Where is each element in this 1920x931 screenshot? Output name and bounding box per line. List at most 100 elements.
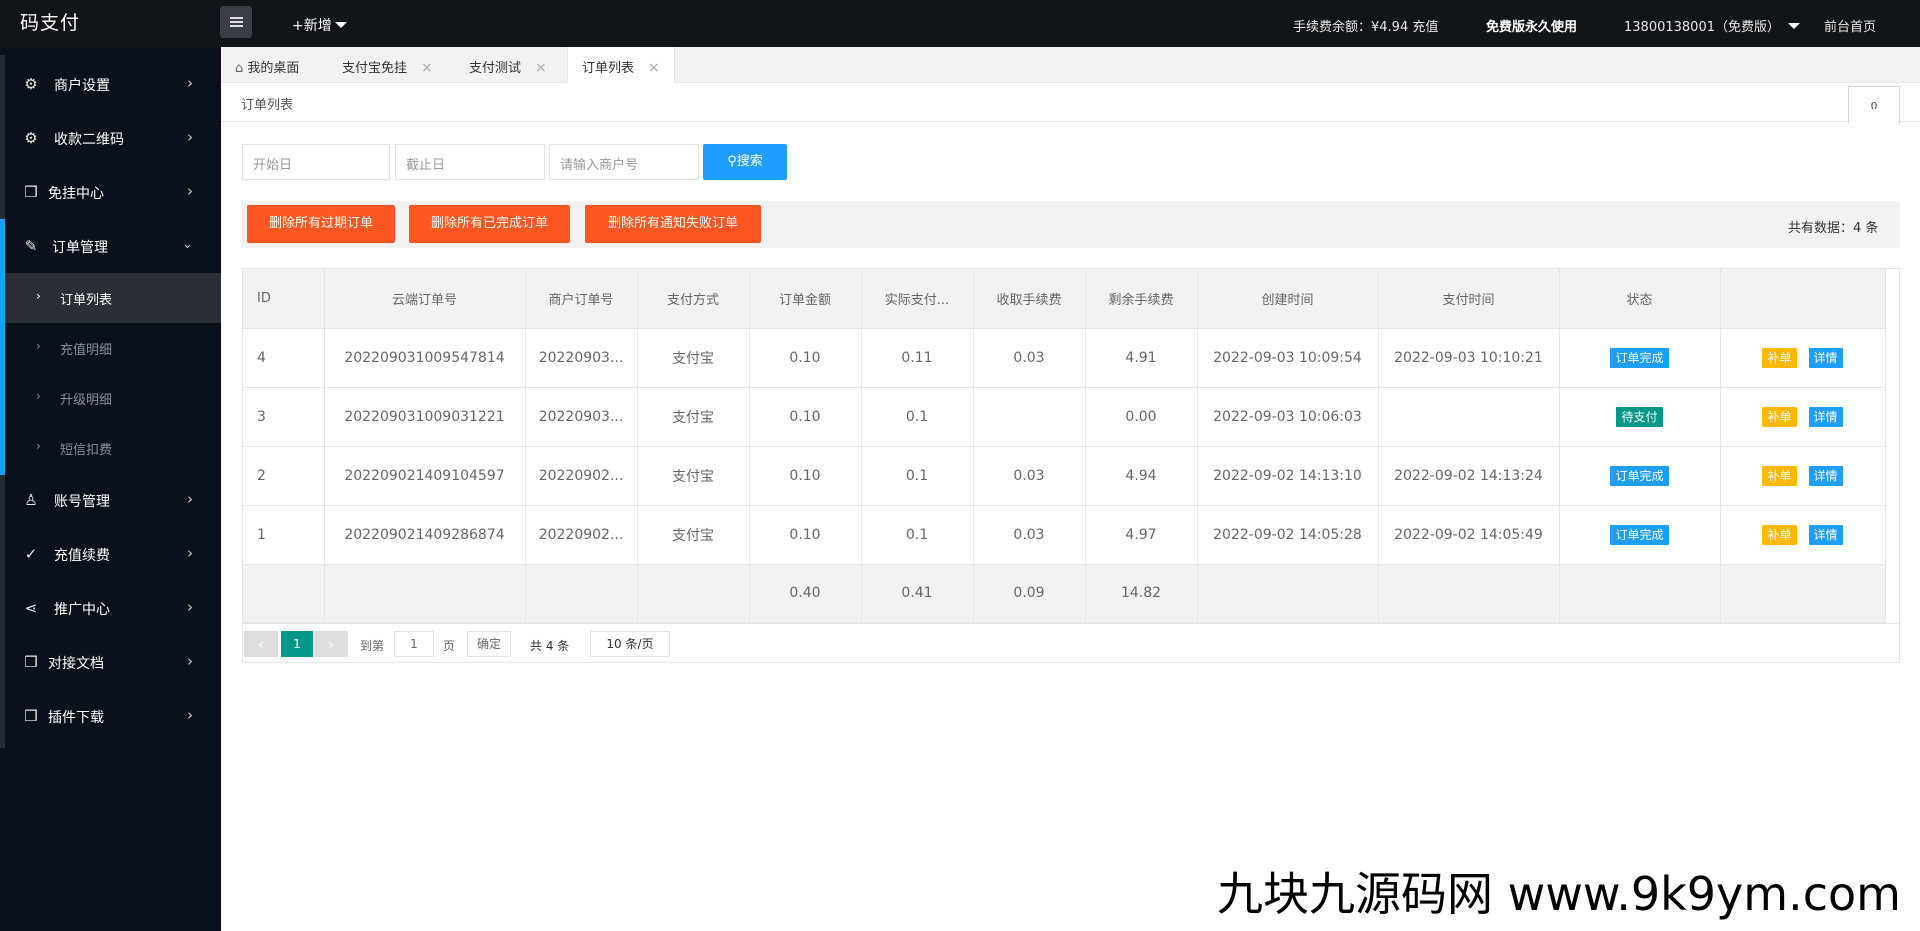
chevron-right-icon: › <box>36 389 41 403</box>
cell-ops: 补单 详情 <box>1720 328 1886 388</box>
column-header[interactable]: 剩余手续费 <box>1085 269 1198 329</box>
sidebar-item-free-hang[interactable]: ❒ 免挂中心 › <box>0 165 221 219</box>
delete-notify-failed-button[interactable]: 删除所有通知失败订单 <box>585 205 761 243</box>
add-new-menu[interactable]: +新增 <box>292 15 347 35</box>
table-row: 4 202209031009547814 20220903... 支付宝 0.1… <box>243 328 1886 388</box>
detail-button[interactable]: 详情 <box>1808 465 1843 486</box>
merchant-no-input[interactable]: 请输入商户号 <box>549 144 699 180</box>
delete-completed-button[interactable]: 删除所有已完成订单 <box>409 205 570 243</box>
front-home-link[interactable]: 前台首页 <box>1824 16 1876 35</box>
close-icon[interactable]: × <box>535 60 547 76</box>
menu-toggle-button[interactable] <box>220 6 252 38</box>
account-menu[interactable]: 13800138001（免费版） <box>1624 16 1800 35</box>
column-header[interactable]: 订单金额 <box>749 269 862 329</box>
reissue-button[interactable]: 补单 <box>1762 524 1797 545</box>
sidebar-item-label: 充值续费 <box>54 548 110 564</box>
reissue-button[interactable]: 补单 <box>1762 465 1797 486</box>
next-page-button[interactable]: › <box>314 631 348 657</box>
status-badge: 订单完成 <box>1610 347 1669 368</box>
sidebar-item-label: 免挂中心 <box>48 186 104 202</box>
cell-empty <box>1378 564 1560 623</box>
search-button[interactable]: ⚲搜索 <box>703 144 787 180</box>
app-logo[interactable]: 码支付 <box>20 8 80 35</box>
sidebar-item-plugins[interactable]: ❒ 插件下载 › <box>0 689 221 743</box>
column-header <box>1720 269 1886 329</box>
sidebar-item-recharge[interactable]: ✓ 充值续费 › <box>0 527 221 581</box>
prev-page-button[interactable]: ‹ <box>244 631 278 657</box>
cell-created: 2022-09-02 14:13:10 <box>1197 446 1379 506</box>
column-header[interactable]: 收取手续费 <box>973 269 1086 329</box>
table-row: 2 202209021409104597 20220902... 支付宝 0.1… <box>243 446 1886 506</box>
cell-empty <box>637 564 750 623</box>
cell-remain-fee: 4.97 <box>1085 505 1198 565</box>
tab-label: 订单列表 <box>582 61 635 76</box>
sidebar-subitem-upgrade-detail[interactable]: › 升级明细 <box>0 373 221 423</box>
sidebar-item-promotion[interactable]: ⋖ 推广中心 › <box>0 581 221 635</box>
cell-id: 4 <box>243 328 325 388</box>
reissue-button[interactable]: 补单 <box>1762 406 1797 427</box>
sidebar-item-orders[interactable]: ✎ 订单管理 ⌄ <box>0 219 221 475</box>
fee-balance-link[interactable]: 手续费余额：¥4.94 充值 <box>1293 16 1438 35</box>
page-size-select[interactable]: 10 条/页 <box>590 631 670 657</box>
column-header[interactable]: 创建时间 <box>1197 269 1379 329</box>
tab-order-list[interactable]: 订单列表 × <box>567 47 675 84</box>
end-date-input[interactable]: 截止日 <box>395 144 545 180</box>
total-amount: 0.40 <box>749 564 862 623</box>
sidebar-item-qrcode[interactable]: ⚙ 收款二维码 › <box>0 111 221 165</box>
sidebar-subitem-sms-fee[interactable]: › 短信扣费 <box>0 423 221 473</box>
tab-desktop[interactable]: ⌂ 我的桌面 <box>235 47 299 83</box>
cell-cloud-no: 202209021409286874 <box>324 505 526 565</box>
page-unit-label: 页 <box>443 639 456 653</box>
detail-button[interactable]: 详情 <box>1808 406 1843 427</box>
sidebar-subitem-recharge-detail[interactable]: › 充值明细 <box>0 323 221 373</box>
chevron-right-icon: › <box>187 74 193 92</box>
cell-fee: 0.03 <box>973 328 1086 388</box>
cell-ops: 补单 详情 <box>1720 387 1886 447</box>
tab-pay-test[interactable]: 支付测试 × <box>469 47 547 83</box>
detail-button[interactable]: 详情 <box>1808 524 1843 545</box>
sidebar-item-label: 推广中心 <box>54 602 110 618</box>
chevron-down-icon: ⌄ <box>182 237 193 252</box>
page-header: 订单列表 <box>221 83 1920 122</box>
status-badge: 待支付 <box>1616 406 1663 427</box>
cell-actual: 0.1 <box>861 387 974 447</box>
cell-merchant-no: 20220903... <box>525 328 638 388</box>
goto-confirm-button[interactable]: 确定 <box>467 631 511 657</box>
cell-empty <box>1559 564 1721 623</box>
reissue-button[interactable]: 补单 <box>1762 347 1797 368</box>
page-title: 订单列表 <box>241 98 294 113</box>
sidebar-item-api-docs[interactable]: ❒ 对接文档 › <box>0 635 221 689</box>
sidebar-item-label: 对接文档 <box>48 656 104 672</box>
sidebar-item-accounts[interactable]: ♙ 账号管理 › <box>0 473 221 527</box>
sidebar-subitem-order-list[interactable]: › 订单列表 <box>0 273 221 323</box>
column-header[interactable]: 实际支付... <box>861 269 974 329</box>
tab-alipay-free[interactable]: 支付宝免挂 × <box>342 47 433 83</box>
cell-id: 3 <box>243 387 325 447</box>
user-icon: ♙ <box>24 491 38 509</box>
free-version-link[interactable]: 免费版永久使用 <box>1486 16 1577 35</box>
column-header[interactable]: 商户订单号 <box>525 269 638 329</box>
search-icon: ⚲ <box>727 154 737 169</box>
start-date-input[interactable]: 开始日 <box>242 144 390 180</box>
goto-page-input[interactable]: 1 <box>394 631 434 657</box>
detail-button[interactable]: 详情 <box>1808 347 1843 368</box>
current-page[interactable]: 1 <box>281 631 313 657</box>
cell-empty <box>243 564 325 623</box>
delete-expired-button[interactable]: 删除所有过期订单 <box>247 205 395 243</box>
tab-bar: ⌂ 我的桌面 支付宝免挂 × 支付测试 × 订单列表 × <box>221 47 1920 84</box>
column-header[interactable]: 支付时间 <box>1378 269 1560 329</box>
column-header[interactable]: 云端订单号 <box>324 269 526 329</box>
column-header[interactable]: 支付方式 <box>637 269 750 329</box>
menu-icon-line <box>230 25 243 27</box>
cell-empty <box>1197 564 1379 623</box>
sidebar-item-label: 商户设置 <box>54 78 110 94</box>
close-icon[interactable]: × <box>421 60 433 76</box>
sidebar-subitem-label: 升级明细 <box>60 393 113 408</box>
close-icon[interactable]: × <box>648 60 660 76</box>
total-actual: 0.41 <box>861 564 974 623</box>
sidebar-item-merchant-settings[interactable]: ⚙ 商户设置 › <box>0 57 221 111</box>
column-header[interactable]: 状态 <box>1559 269 1721 329</box>
column-header[interactable]: ID <box>243 269 325 329</box>
cell-remain-fee: 4.91 <box>1085 328 1198 388</box>
refresh-button[interactable]: ი <box>1848 86 1900 124</box>
